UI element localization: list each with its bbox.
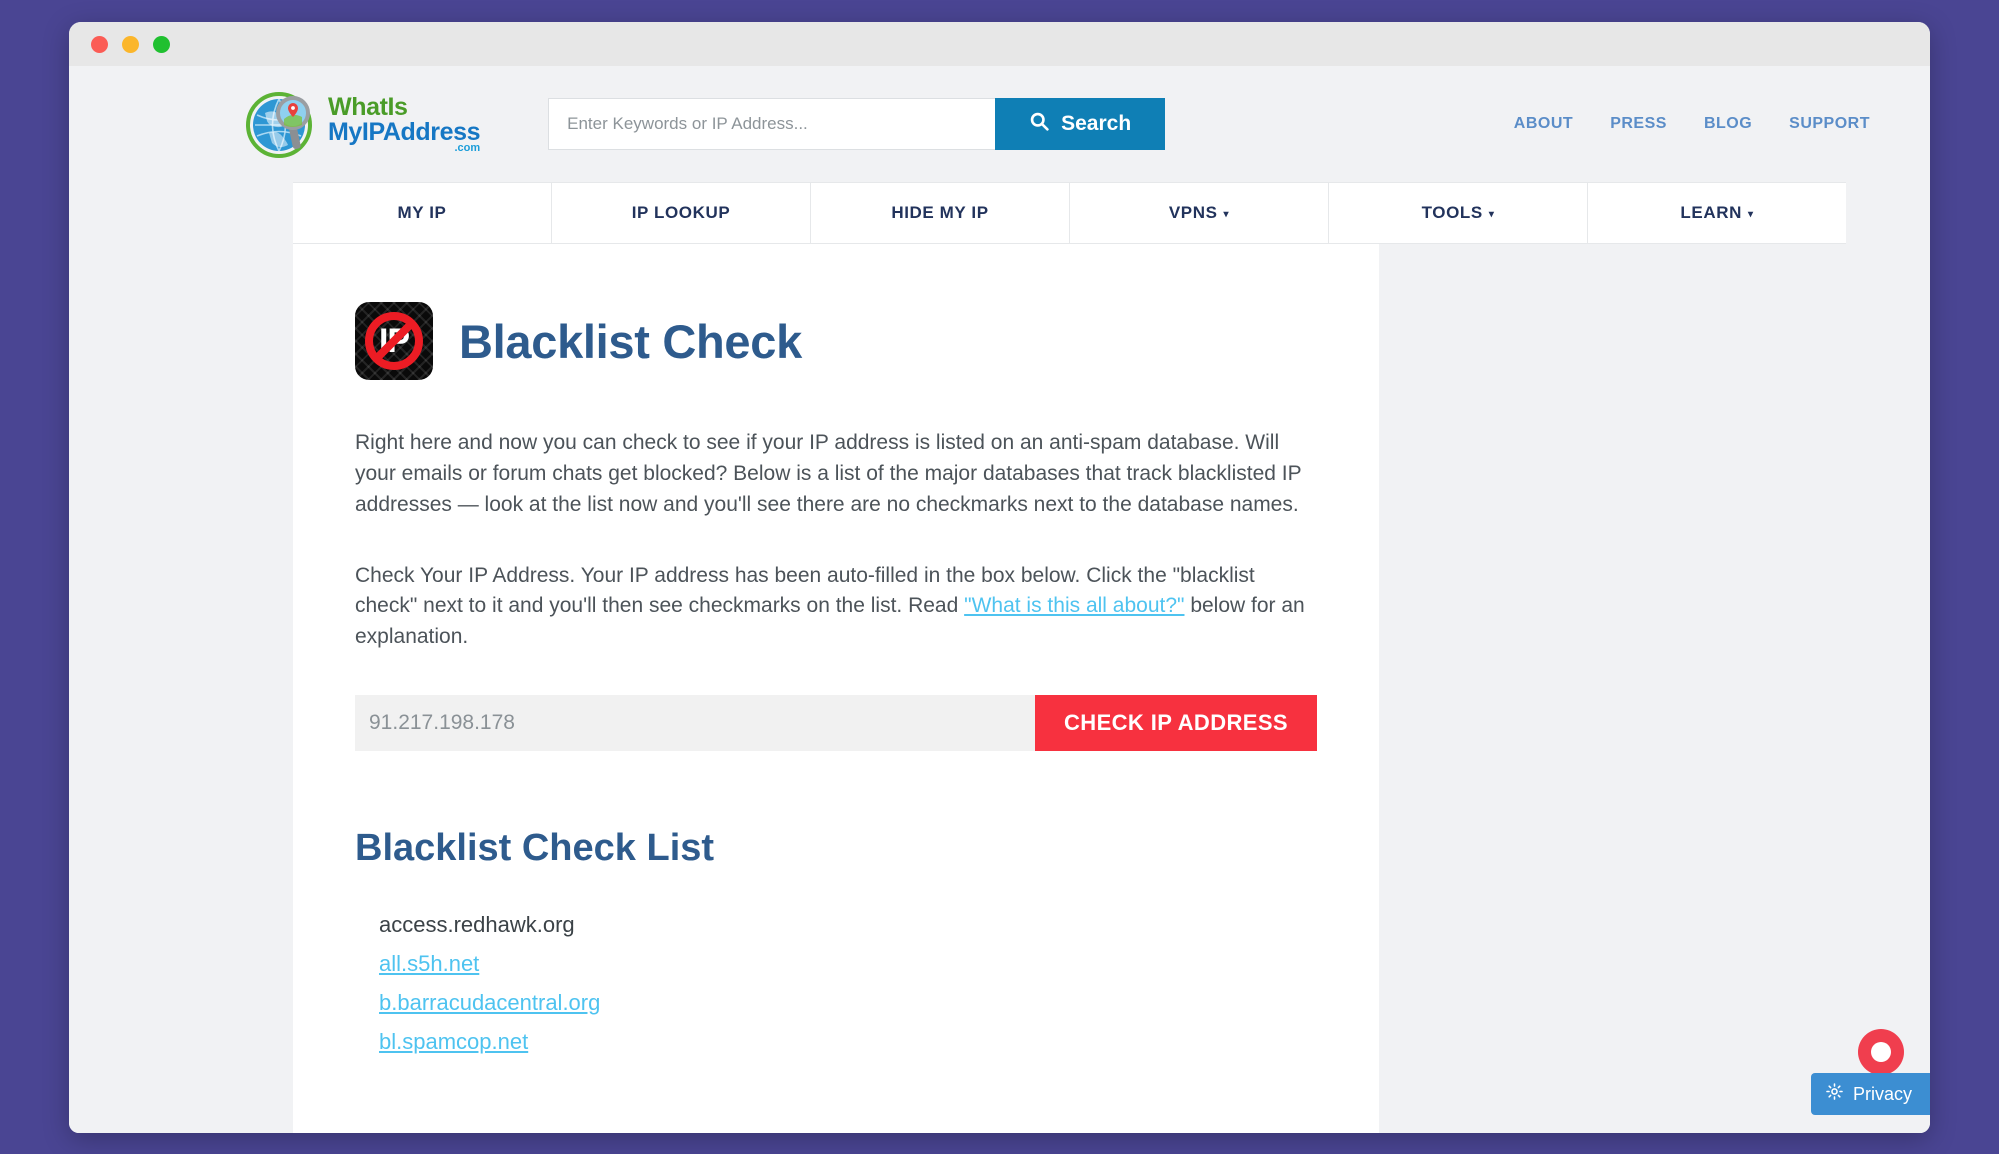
gear-icon bbox=[1825, 1082, 1844, 1106]
site-header: WhatIs MyIPAddress .com Enter Keywords o… bbox=[69, 66, 1930, 182]
utility-nav-item-blog[interactable]: BLOG bbox=[1704, 115, 1752, 133]
page-title: Blacklist Check bbox=[459, 314, 802, 368]
nav-item-learn[interactable]: LEARN ▾ bbox=[1588, 183, 1846, 243]
browser-window: WhatIs MyIPAddress .com Enter Keywords o… bbox=[69, 22, 1930, 1133]
logo-line-1: WhatIs bbox=[328, 92, 408, 121]
privacy-label: Privacy bbox=[1852, 1083, 1912, 1104]
list-item-link[interactable]: b.barracudacentral.org bbox=[379, 990, 600, 1015]
list-item: access.redhawk.org bbox=[379, 912, 1317, 939]
nav-item-ip-lookup-label: IP LOOKUP bbox=[631, 203, 731, 222]
blacklist-ip-icon: IP bbox=[355, 302, 433, 380]
search-area: Search bbox=[548, 98, 1166, 150]
what-is-this-all-about-link[interactable]: "What is this all about?" bbox=[964, 594, 1184, 617]
chat-widget-button[interactable] bbox=[1858, 1029, 1904, 1075]
page-content: WhatIs MyIPAddress .com Enter Keywords o… bbox=[69, 66, 1930, 1133]
list-item: all.s5h.net bbox=[379, 951, 1317, 978]
ip-check-form: CHECK IP ADDRESS bbox=[355, 695, 1317, 752]
main-navigation: MY IP IP LOOKUP HIDE MY IP VPNS ▾ TOOLS … bbox=[293, 182, 1846, 244]
nav-item-my-ip-label: MY IP bbox=[397, 203, 447, 222]
search-button[interactable]: Search bbox=[995, 98, 1166, 150]
search-input[interactable] bbox=[548, 98, 996, 150]
nav-item-hide-my-ip-label: HIDE MY IP bbox=[891, 203, 989, 222]
nav-item-vpns[interactable]: VPNS ▾ bbox=[1070, 183, 1329, 243]
desktop-background: WhatIs MyIPAddress .com Enter Keywords o… bbox=[0, 0, 1999, 1154]
site-logo[interactable]: WhatIs MyIPAddress .com bbox=[243, 85, 481, 163]
intro-paragraph-2: Check Your IP Address. Your IP address h… bbox=[355, 561, 1315, 654]
logo-line-2: MyIPAddress bbox=[328, 117, 481, 146]
blacklist-list: access.redhawk.org all.s5h.net b.barracu… bbox=[355, 912, 1317, 1055]
privacy-settings-button[interactable]: Privacy bbox=[1810, 1073, 1930, 1115]
blacklist-check-list-heading: Blacklist Check List bbox=[355, 827, 715, 870]
utility-nav-item-press[interactable]: PRESS bbox=[1610, 115, 1667, 133]
window-titlebar bbox=[69, 22, 1930, 66]
check-ip-address-button[interactable]: CHECK IP ADDRESS bbox=[1035, 695, 1317, 752]
chevron-down-icon: ▾ bbox=[1747, 208, 1754, 220]
chevron-down-icon: ▾ bbox=[1223, 208, 1230, 220]
minimize-window-button[interactable] bbox=[122, 35, 139, 53]
utility-nav-item-support[interactable]: SUPPORT bbox=[1789, 115, 1870, 133]
list-item: b.barracudacentral.org bbox=[379, 990, 1317, 1017]
search-icon bbox=[1029, 111, 1050, 138]
intro-paragraph-1: Right here and now you can check to see … bbox=[355, 431, 1302, 516]
prohibition-sign-icon bbox=[365, 312, 423, 370]
nav-item-ip-lookup[interactable]: IP LOOKUP bbox=[552, 183, 811, 243]
ip-address-input[interactable] bbox=[355, 695, 1035, 752]
nav-item-vpns-label: VPNS bbox=[1168, 203, 1218, 222]
utility-nav-item-about[interactable]: ABOUT bbox=[1514, 115, 1573, 133]
nav-item-tools[interactable]: TOOLS ▾ bbox=[1329, 183, 1588, 243]
close-window-button[interactable] bbox=[91, 35, 108, 53]
list-item: bl.spamcop.net bbox=[379, 1029, 1317, 1056]
utility-nav: ABOUT PRESS BLOG SUPPORT bbox=[1514, 115, 1890, 133]
page-title-row: IP Blacklist Check bbox=[355, 302, 1317, 380]
globe-magnifier-icon bbox=[243, 85, 321, 163]
list-item-link[interactable]: all.s5h.net bbox=[379, 951, 479, 976]
nav-item-tools-label: TOOLS bbox=[1421, 203, 1483, 222]
nav-item-learn-label: LEARN bbox=[1680, 203, 1742, 222]
nav-item-hide-my-ip[interactable]: HIDE MY IP bbox=[811, 183, 1070, 243]
main-content-card: IP Blacklist Check Right here and now yo… bbox=[293, 244, 1379, 1133]
list-item-link[interactable]: bl.spamcop.net bbox=[379, 1029, 528, 1054]
chevron-down-icon: ▾ bbox=[1488, 208, 1495, 220]
maximize-window-button[interactable] bbox=[153, 35, 170, 53]
list-item-label: access.redhawk.org bbox=[379, 912, 575, 938]
search-button-label: Search bbox=[1061, 112, 1132, 135]
nav-item-my-ip[interactable]: MY IP bbox=[293, 183, 552, 243]
